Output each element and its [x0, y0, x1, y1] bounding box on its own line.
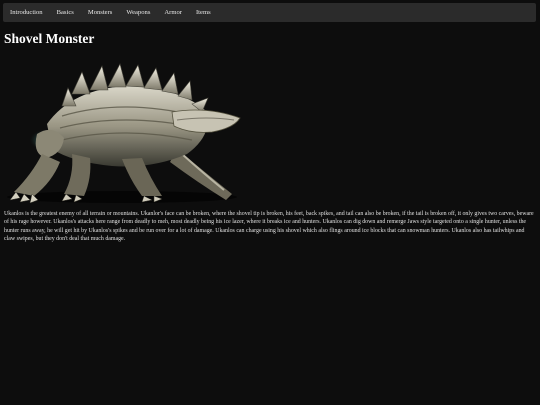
top-navigation: Introduction Basics Monsters Weapons Arm…: [3, 3, 536, 22]
nav-link-basics[interactable]: Basics: [50, 3, 81, 22]
nav-link-introduction[interactable]: Introduction: [3, 3, 50, 22]
nav-link-armor[interactable]: Armor: [157, 3, 189, 22]
monster-image: [7, 63, 241, 204]
nav-link-weapons[interactable]: Weapons: [119, 3, 157, 22]
nav-link-monsters[interactable]: Monsters: [81, 3, 120, 22]
monster-description: Ukanlos is the greatest enemy of all ter…: [4, 211, 534, 243]
nav-link-items[interactable]: Items: [189, 3, 218, 22]
page-title: Shovel Monster: [4, 31, 95, 46]
